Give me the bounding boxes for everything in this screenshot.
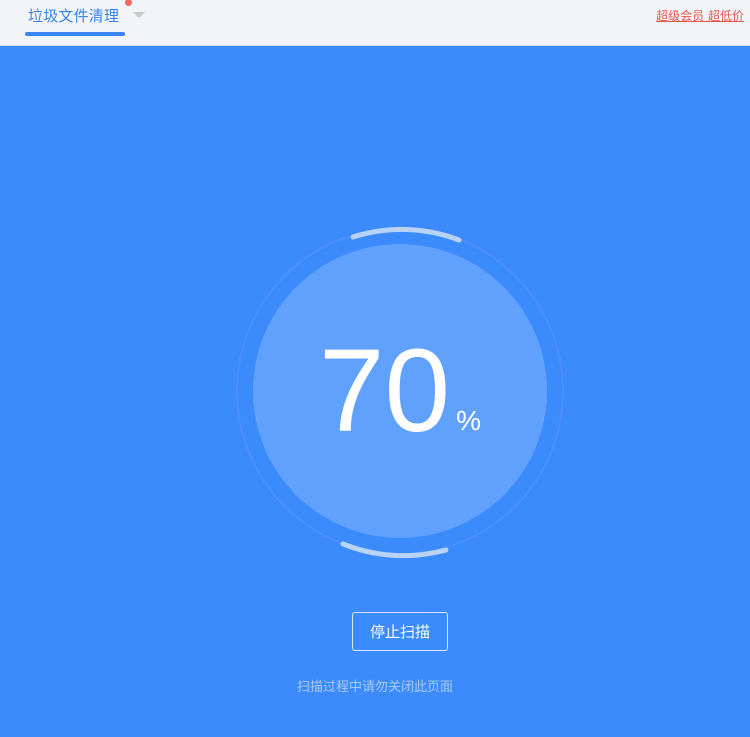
- chevron-down-icon[interactable]: [133, 12, 145, 18]
- progress-value: 70: [318, 325, 451, 457]
- progress-readout: 70 %: [233, 224, 567, 558]
- top-bar: 垃圾文件清理 超级会员 超低价: [0, 0, 750, 46]
- scan-hint-text: 扫描过程中请勿关闭此页面: [296, 680, 453, 695]
- progress-unit: %: [456, 405, 482, 436]
- progress-gauge: 70 %: [233, 224, 567, 558]
- stop-scan-button[interactable]: 停止扫描: [352, 612, 448, 651]
- tab-junk-cleanup[interactable]: 垃圾文件清理: [25, 0, 145, 46]
- scan-panel: 70 % 停止扫描 扫描过程中请勿关闭此页面: [0, 46, 750, 737]
- notification-dot-icon: [125, 0, 132, 6]
- vip-promo-link[interactable]: 超级会员 超低价: [656, 7, 744, 24]
- tab-label: 垃圾文件清理: [28, 7, 120, 25]
- tab-active-indicator: [25, 32, 125, 36]
